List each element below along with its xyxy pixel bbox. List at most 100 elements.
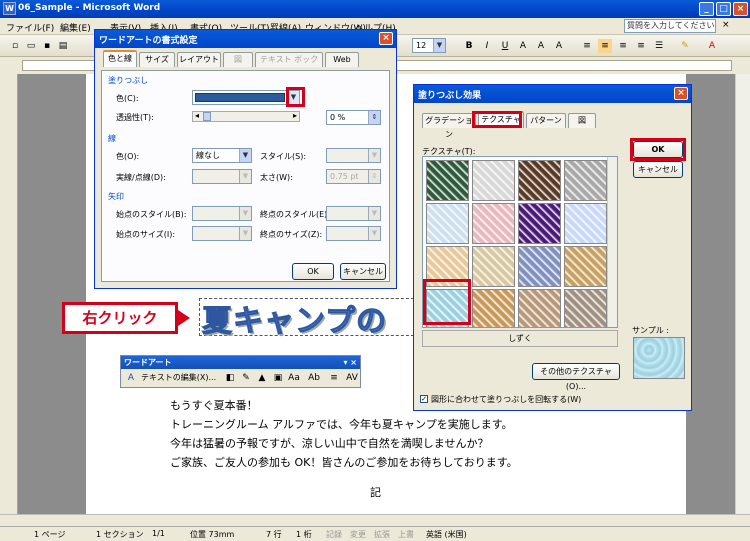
shading-char-icon[interactable]: A xyxy=(534,39,548,53)
begin-style-label: 始点のスタイル(B): xyxy=(116,210,187,219)
tab-size[interactable]: サイズ xyxy=(139,52,175,67)
alignment-icon[interactable]: ≡ xyxy=(327,371,341,385)
begin-size-select[interactable]: ▼ xyxy=(192,226,252,241)
texture-swatch[interactable] xyxy=(564,160,607,201)
vertical-text-icon[interactable]: Ab xyxy=(307,371,321,385)
save-icon[interactable]: ▪ xyxy=(40,39,54,53)
highlight-selected-texture xyxy=(423,279,471,325)
open-folder-icon[interactable]: ▭ xyxy=(24,39,38,53)
highlight-icon[interactable]: ✎ xyxy=(678,39,692,53)
minimize-button[interactable]: _ xyxy=(699,2,714,16)
format-cancel-button[interactable]: キャンセル xyxy=(340,263,386,280)
font-size-select[interactable]: 12 ▼ xyxy=(412,38,446,53)
align-center-icon[interactable]: ≡ xyxy=(598,39,612,53)
menu-edit[interactable]: 編集(E) xyxy=(60,21,91,34)
transparency-input[interactable]: 0 % ⇕ xyxy=(326,110,381,125)
texture-swatch[interactable] xyxy=(426,203,469,244)
status-page: 1 ページ xyxy=(34,530,66,539)
character-spacing-icon[interactable]: AV xyxy=(345,371,359,385)
status-rec[interactable]: 記録 xyxy=(326,529,342,540)
texture-name-field: しずく xyxy=(422,330,618,347)
vertical-scrollbar[interactable] xyxy=(735,74,750,514)
fill-dialog-close-icon[interactable]: × xyxy=(674,87,688,100)
scaling-char-icon[interactable]: A xyxy=(552,39,566,53)
dash-select[interactable]: ▼ xyxy=(192,169,252,184)
numbering-icon[interactable]: ☰ xyxy=(652,39,666,53)
texture-scrollbar[interactable] xyxy=(607,157,617,327)
texture-swatch[interactable] xyxy=(472,246,515,287)
border-char-icon[interactable]: A xyxy=(516,39,530,53)
line-color-select[interactable]: 線なし ▼ xyxy=(192,148,252,163)
wordart-gallery-icon[interactable]: ◧ xyxy=(223,371,237,385)
wordart-object[interactable]: 夏キャンプの xyxy=(201,296,387,340)
horizontal-scrollbar[interactable] xyxy=(0,514,750,526)
format-dialog-title: ワードアートの書式設定 xyxy=(99,36,198,46)
align-left-icon[interactable]: ≡ xyxy=(580,39,594,53)
texture-swatch[interactable] xyxy=(518,160,561,201)
wordart-toolbar-title: ワードアート xyxy=(124,358,172,367)
bold-icon[interactable]: B xyxy=(462,39,476,53)
italic-icon[interactable]: I xyxy=(480,39,494,53)
fill-cancel-button[interactable]: キャンセル xyxy=(633,161,683,178)
print-icon[interactable]: ▤ xyxy=(56,39,70,53)
status-trk[interactable]: 変更 xyxy=(350,529,366,540)
status-ext[interactable]: 拡張 xyxy=(374,529,390,540)
window-title: 06_Sample - Microsoft Word xyxy=(18,3,161,13)
text-wrapping-icon[interactable]: ▣ xyxy=(271,371,285,385)
texture-swatch[interactable] xyxy=(426,160,469,201)
help-search-input[interactable]: 質問を入力してください xyxy=(624,19,716,33)
texture-swatch[interactable] xyxy=(472,160,515,201)
end-size-select[interactable]: ▼ xyxy=(326,226,381,241)
tab-web[interactable]: Web xyxy=(325,52,359,67)
other-texture-button[interactable]: その他のテクスチャ(O)... xyxy=(532,363,620,391)
texture-swatch[interactable] xyxy=(564,289,607,327)
new-document-icon[interactable]: ▫ xyxy=(8,39,22,53)
end-style-label: 終点のスタイル(E): xyxy=(260,210,330,219)
texture-swatch[interactable] xyxy=(564,203,607,244)
tab-pattern[interactable]: パターン xyxy=(526,113,566,128)
format-ok-button[interactable]: OK xyxy=(292,263,334,280)
line-style-select[interactable]: ▼ xyxy=(326,148,381,163)
vertical-ruler[interactable] xyxy=(0,74,18,514)
status-ovr[interactable]: 上書 xyxy=(398,529,414,540)
weight-input[interactable]: 0.75 pt ⇕ xyxy=(326,169,381,184)
tab-colors-lines[interactable]: 色と線 xyxy=(103,50,137,67)
texture-swatch[interactable] xyxy=(518,289,561,327)
align-right-icon[interactable]: ≡ xyxy=(616,39,630,53)
transparency-label: 透過性(T): xyxy=(116,113,154,122)
tab-picture-fill[interactable]: 図 xyxy=(568,113,596,128)
maximize-button[interactable]: □ xyxy=(716,2,731,16)
tab-gradient[interactable]: グラデーション xyxy=(422,113,476,139)
justify-icon[interactable]: ≡ xyxy=(634,39,648,53)
status-position: 位置 73mm xyxy=(190,530,235,539)
rotate-checkbox[interactable]: ✓ xyxy=(420,395,428,403)
close-window-button[interactable]: × xyxy=(733,2,748,16)
wordart-shape-icon[interactable]: ▲ xyxy=(255,371,269,385)
texture-swatch[interactable] xyxy=(472,289,515,327)
format-wordart-icon[interactable]: ✎ xyxy=(239,371,253,385)
tab-picture[interactable]: 図 xyxy=(223,52,253,67)
texture-swatch[interactable] xyxy=(518,203,561,244)
end-style-select[interactable]: ▼ xyxy=(326,206,381,221)
insert-wordart-icon[interactable]: A xyxy=(124,371,138,385)
word-app-icon[interactable]: W xyxy=(3,2,16,15)
fill-dialog-title: 塗りつぶし効果 xyxy=(418,91,482,101)
tab-textbox[interactable]: テキスト ボックス xyxy=(255,52,323,78)
underline-icon[interactable]: U xyxy=(498,39,512,53)
fill-color-select[interactable]: ▼ xyxy=(192,90,300,105)
edit-text-button[interactable]: テキストの編集(X)... xyxy=(141,372,216,383)
same-letter-heights-icon[interactable]: Aa xyxy=(287,371,301,385)
menu-close-icon[interactable]: × xyxy=(722,20,730,30)
texture-swatch[interactable] xyxy=(518,246,561,287)
texture-swatch[interactable] xyxy=(564,246,607,287)
font-color-icon[interactable]: A xyxy=(705,39,719,53)
menu-file[interactable]: ファイル(F) xyxy=(6,21,54,34)
begin-style-select[interactable]: ▼ xyxy=(192,206,252,221)
tab-layout[interactable]: レイアウト xyxy=(177,52,221,67)
format-dialog-close-icon[interactable]: × xyxy=(379,32,393,45)
toolbar-close-icon[interactable]: ▾ × xyxy=(343,356,357,369)
texture-swatch[interactable] xyxy=(472,203,515,244)
weight-label: 太さ(W): xyxy=(260,173,293,182)
transparency-slider[interactable]: ◂ ▸ xyxy=(192,111,300,122)
status-pages: 1/1 xyxy=(152,529,165,538)
